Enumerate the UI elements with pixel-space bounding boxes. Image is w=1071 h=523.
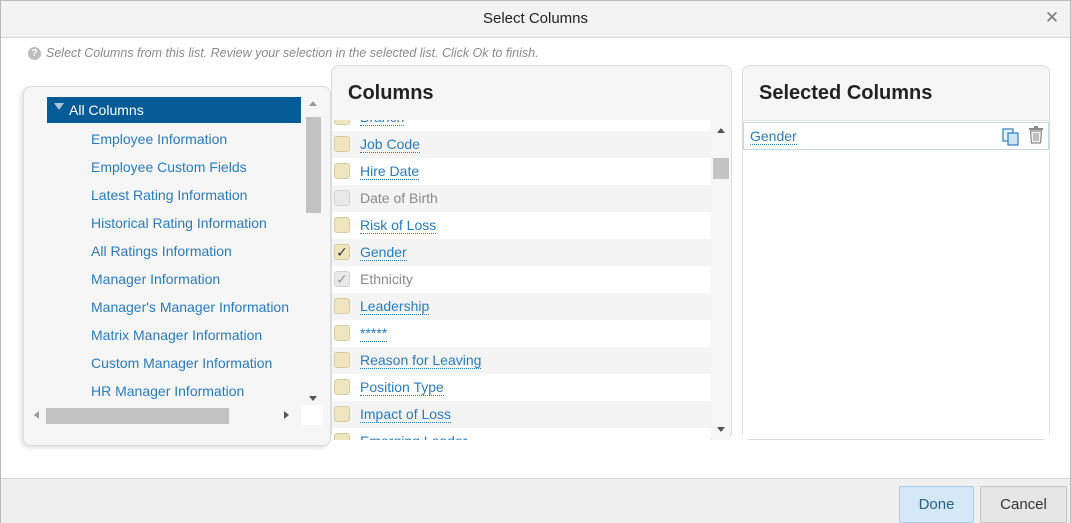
tree-item[interactable]: Employee Information (91, 131, 227, 147)
scroll-up-icon[interactable] (309, 101, 317, 106)
select-columns-dialog: Select Columns ✕ ? Select Columns from th… (0, 0, 1071, 523)
column-row: ✓ Gender (332, 239, 711, 266)
column-checkbox (334, 190, 350, 206)
column-checkbox[interactable] (334, 120, 350, 125)
tree-item[interactable]: Custom Manager Information (91, 355, 272, 371)
column-label[interactable]: ***** (360, 325, 388, 342)
column-checkbox[interactable] (334, 163, 350, 179)
column-row: ***** (332, 320, 711, 347)
column-label[interactable]: Hire Date (360, 163, 420, 180)
scroll-up-icon[interactable] (717, 128, 725, 133)
category-tree-panel: All Columns Employee Information Employee… (23, 86, 331, 446)
tree-item-all-columns[interactable]: All Columns (47, 97, 301, 123)
column-label: Ethnicity (360, 271, 413, 287)
column-row: Leadership (332, 293, 711, 320)
tree-item[interactable]: Historical Rating Information (91, 215, 267, 231)
help-icon: ? (28, 47, 41, 60)
selected-item-label[interactable]: Gender (750, 128, 797, 145)
column-label[interactable]: Position Type (360, 379, 444, 396)
columns-list: Branch Job Code Hire Date Date of Birth Risk… (332, 120, 711, 440)
column-checkbox[interactable]: ✓ (334, 244, 350, 260)
column-checkbox[interactable] (334, 217, 350, 233)
scroll-left-icon[interactable] (34, 411, 39, 419)
column-row: Job Code (332, 131, 711, 158)
tree-item[interactable]: Latest Rating Information (91, 187, 247, 203)
scroll-down-icon[interactable] (717, 427, 725, 432)
column-label[interactable]: Gender (360, 244, 407, 261)
column-row: Date of Birth (332, 185, 711, 212)
dialog-titlebar: Select Columns ✕ (1, 1, 1070, 38)
scrollbar-thumb[interactable] (46, 408, 229, 424)
column-row: Branch (332, 120, 711, 131)
column-row: Emerging Leader (332, 428, 711, 440)
instruction-text: ? Select Columns from this list. Review y… (28, 46, 539, 60)
category-tree: All Columns Employee Information Employee… (47, 97, 323, 405)
tree-item[interactable]: Manager's Manager Information (91, 299, 289, 315)
column-checkbox: ✓ (334, 271, 350, 287)
tree-vertical-scrollbar[interactable] (305, 97, 321, 405)
scrollbar-thumb[interactable] (306, 117, 321, 213)
selected-columns-panel: Selected Columns Gender (742, 65, 1050, 440)
column-row: Reason for Leaving (332, 347, 711, 374)
column-checkbox[interactable] (334, 136, 350, 152)
column-label[interactable]: Risk of Loss (360, 217, 437, 234)
column-checkbox[interactable] (334, 352, 350, 368)
trash-icon[interactable] (1028, 126, 1044, 144)
tree-item[interactable]: All Ratings Information (91, 243, 232, 259)
column-label[interactable]: Leadership (360, 298, 430, 315)
done-button[interactable]: Done (899, 486, 974, 523)
close-icon[interactable]: ✕ (1044, 9, 1060, 27)
scrollbar-corner (301, 405, 323, 425)
column-checkbox[interactable] (334, 379, 350, 395)
instruction-label: Select Columns from this list. Review yo… (46, 46, 539, 60)
column-row: Risk of Loss (332, 212, 711, 239)
dialog-title: Select Columns (482, 10, 589, 27)
columns-panel: Columns Branch Job Code Hire Date Date of B… (331, 65, 732, 440)
cancel-button[interactable]: Cancel (980, 486, 1067, 523)
column-checkbox[interactable] (334, 406, 350, 422)
column-label[interactable]: Impact of Loss (360, 406, 452, 423)
copy-icon[interactable] (1002, 128, 1020, 146)
column-label[interactable]: Branch (360, 120, 405, 126)
tree-item[interactable]: Matrix Manager Information (91, 327, 262, 343)
column-row: Impact of Loss (332, 401, 711, 428)
tree-item[interactable]: Employee Custom Fields (91, 159, 247, 175)
column-checkbox[interactable] (334, 298, 350, 314)
scroll-down-icon[interactable] (309, 396, 317, 401)
columns-title: Columns (348, 82, 434, 104)
tree-horizontal-scrollbar[interactable] (34, 405, 297, 425)
dialog-footer: Done Cancel (1, 478, 1070, 523)
tree-item[interactable]: Manager Information (91, 271, 220, 287)
column-label[interactable]: Emerging Leader (360, 433, 467, 440)
column-label[interactable]: Job Code (360, 136, 420, 153)
column-row: Hire Date (332, 158, 711, 185)
scrollbar-thumb[interactable] (713, 158, 729, 179)
tree-root-label: All Columns (69, 102, 144, 118)
column-checkbox[interactable] (334, 325, 350, 341)
scroll-right-icon[interactable] (284, 411, 289, 419)
expand-caret-icon[interactable] (54, 103, 64, 110)
tree-item[interactable]: HR Manager Information (91, 383, 244, 399)
column-label: Date of Birth (360, 190, 438, 206)
column-label[interactable]: Reason for Leaving (360, 352, 482, 369)
column-row: Position Type (332, 374, 711, 401)
column-checkbox[interactable] (334, 433, 350, 440)
selected-columns-list: Gender (743, 120, 1049, 439)
selected-item: Gender (743, 122, 1049, 150)
columns-vertical-scrollbar[interactable] (712, 120, 730, 440)
column-row: ✓ Ethnicity (332, 266, 711, 293)
selected-columns-title: Selected Columns (759, 82, 933, 104)
